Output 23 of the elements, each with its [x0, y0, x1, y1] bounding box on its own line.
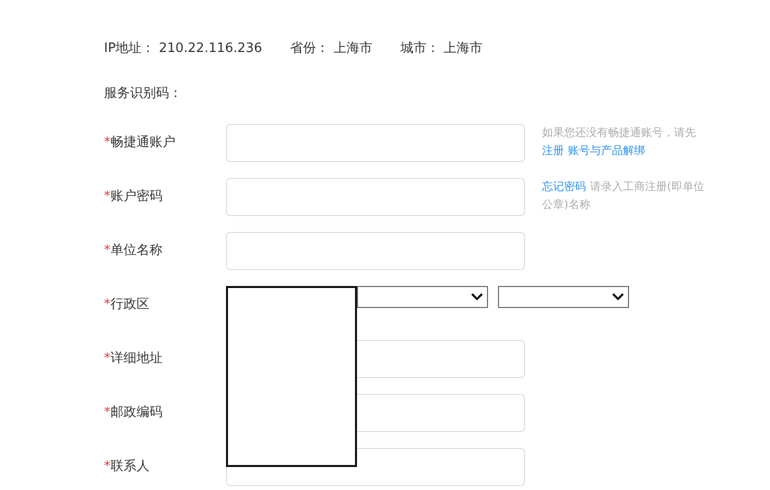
field-label: *联系人: [104, 458, 150, 476]
select-field[interactable]: [357, 286, 488, 308]
hint-link[interactable]: 账号与产品解绑: [568, 144, 645, 157]
info-text: 省份： 上海市: [290, 40, 372, 57]
hint-text: 忘记密码 请录入工商注册(即单位公章)名称: [542, 179, 706, 213]
hint-text: 如果您还没有畅捷通账号，请先 注册 账号与产品解绑: [542, 125, 697, 159]
hint-link[interactable]: 注册: [542, 144, 564, 157]
field-label: *行政区: [104, 296, 150, 314]
field-label: *账户密码: [104, 188, 164, 206]
input-field[interactable]: [226, 178, 525, 216]
section-title: 服务识别码：: [104, 85, 183, 103]
select-field[interactable]: [498, 286, 629, 308]
info-text: 城市： 上海市: [400, 40, 482, 57]
info-text: IP地址： 210.22.116.236: [104, 40, 262, 57]
field-label: *详细地址: [104, 350, 164, 368]
caret-icon: [612, 293, 624, 301]
hint-link[interactable]: 忘记密码: [542, 180, 586, 193]
field-label: *邮政编码: [104, 404, 164, 422]
field-label: *单位名称: [104, 242, 164, 260]
field-label: *畅捷通账户: [104, 134, 176, 152]
input-field[interactable]: [226, 124, 525, 162]
caret-icon: [471, 293, 483, 301]
input-field[interactable]: [226, 232, 525, 270]
